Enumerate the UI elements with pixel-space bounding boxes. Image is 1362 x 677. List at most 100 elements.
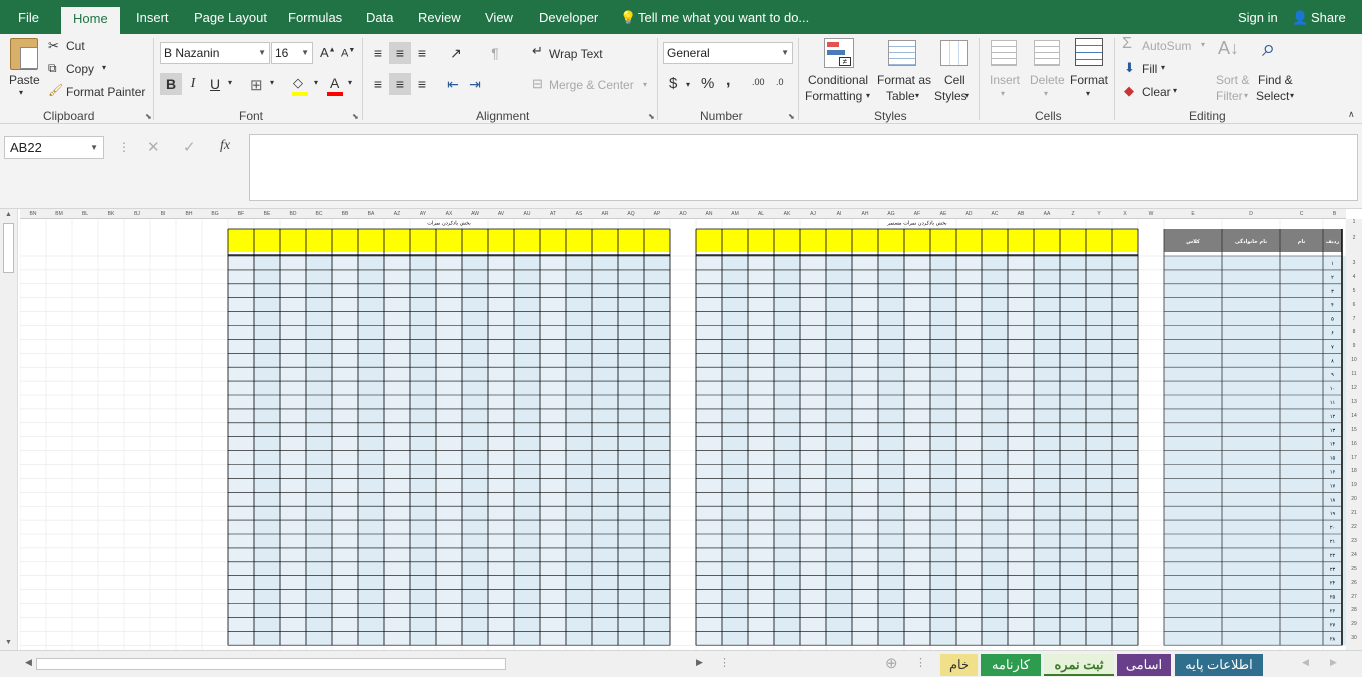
underline-button[interactable]: U bbox=[204, 73, 226, 95]
column-header[interactable]: BE bbox=[254, 209, 280, 218]
column-header[interactable]: AC bbox=[982, 209, 1008, 218]
row-header[interactable]: 1 bbox=[1346, 219, 1362, 225]
paste-button[interactable]: Paste bbox=[9, 73, 40, 87]
find-select-label-1[interactable]: Find & bbox=[1258, 73, 1293, 87]
increase-indent-icon[interactable]: ⇥ bbox=[464, 73, 486, 95]
copy-dropdown-icon[interactable]: ▾ bbox=[102, 63, 106, 72]
chevron-down-icon[interactable]: ▾ bbox=[1001, 89, 1005, 98]
align-right-icon[interactable]: ≡ bbox=[411, 73, 433, 95]
column-header[interactable]: AB bbox=[1008, 209, 1034, 218]
align-middle-icon[interactable]: ≡ bbox=[389, 42, 411, 64]
merge-center-button[interactable]: Merge & Center bbox=[549, 78, 634, 92]
sheet-tab[interactable]: خام bbox=[940, 654, 978, 676]
row-header[interactable]: 2 bbox=[1346, 235, 1362, 241]
copy-button[interactable]: Copy bbox=[66, 62, 94, 76]
column-header[interactable]: AY bbox=[410, 209, 436, 218]
column-header[interactable]: AZ bbox=[384, 209, 410, 218]
fill-button[interactable]: Fill bbox=[1142, 62, 1157, 76]
column-header[interactable]: BN bbox=[20, 209, 46, 218]
row-header[interactable]: 28 bbox=[1346, 607, 1362, 613]
font-color-icon[interactable]: A bbox=[330, 75, 339, 91]
bold-button[interactable]: B bbox=[160, 73, 182, 95]
column-header[interactable]: BL bbox=[72, 209, 98, 218]
column-header[interactable]: BF bbox=[228, 209, 254, 218]
number-format-dropdown[interactable]: General ▼ bbox=[663, 42, 793, 64]
tab-view[interactable]: View bbox=[485, 0, 513, 34]
increase-decimal-button[interactable]: .00 bbox=[752, 77, 765, 87]
row-header[interactable]: 18 bbox=[1346, 468, 1362, 474]
autosum-button[interactable]: AutoSum bbox=[1142, 39, 1191, 53]
scrollbar-thumb[interactable] bbox=[3, 223, 14, 273]
column-header[interactable]: Y bbox=[1086, 209, 1112, 218]
column-header[interactable]: AD bbox=[956, 209, 982, 218]
column-header[interactable]: AW bbox=[462, 209, 488, 218]
rtl-direction-icon[interactable]: ¶ bbox=[484, 42, 506, 64]
enter-icon[interactable]: ✓ bbox=[183, 138, 196, 156]
tab-developer[interactable]: Developer bbox=[539, 0, 598, 34]
cell-styles-label-2[interactable]: Styles bbox=[934, 89, 967, 103]
row-header[interactable]: 20 bbox=[1346, 496, 1362, 502]
row-header[interactable]: 4 bbox=[1346, 274, 1362, 280]
tab-data[interactable]: Data bbox=[366, 0, 393, 34]
sheet-tab[interactable]: ثبت نمره bbox=[1044, 654, 1114, 676]
column-header[interactable]: AI bbox=[826, 209, 852, 218]
cell-styles-label-1[interactable]: Cell bbox=[944, 73, 965, 87]
column-header[interactable]: W bbox=[1138, 209, 1164, 218]
row-header[interactable]: 5 bbox=[1346, 288, 1362, 294]
column-header[interactable]: BI bbox=[150, 209, 176, 218]
delete-cells-button[interactable]: Delete bbox=[1030, 73, 1065, 87]
align-left-icon[interactable]: ≡ bbox=[367, 73, 389, 95]
column-header[interactable]: AN bbox=[696, 209, 722, 218]
chevron-down-icon[interactable]: ▾ bbox=[1161, 63, 1165, 72]
row-header[interactable]: 12 bbox=[1346, 385, 1362, 391]
column-header[interactable]: AX bbox=[436, 209, 462, 218]
column-header[interactable]: AE bbox=[930, 209, 956, 218]
row-header[interactable]: 15 bbox=[1346, 427, 1362, 433]
comma-button[interactable]: , bbox=[726, 72, 730, 90]
alignment-launcher-icon[interactable]: ⬊ bbox=[648, 112, 655, 121]
fill-color-icon[interactable]: ◇ bbox=[293, 75, 303, 91]
tab-insert[interactable]: Insert bbox=[136, 0, 169, 34]
chevron-down-icon[interactable]: ▾ bbox=[1044, 89, 1048, 98]
decrease-decimal-button[interactable]: .0 bbox=[776, 77, 784, 87]
insert-cells-button[interactable]: Insert bbox=[990, 73, 1020, 87]
column-header[interactable]: AU bbox=[514, 209, 540, 218]
column-header[interactable]: BA bbox=[358, 209, 384, 218]
sheet-tab[interactable]: کارنامه bbox=[981, 654, 1041, 676]
share-button[interactable]: Share bbox=[1311, 0, 1346, 34]
column-header[interactable]: BH bbox=[176, 209, 202, 218]
row-header[interactable]: 26 bbox=[1346, 580, 1362, 586]
row-header[interactable]: 3 bbox=[1346, 260, 1362, 266]
font-size-dropdown[interactable]: 16 ▼ bbox=[271, 42, 313, 64]
row-header[interactable]: 6 bbox=[1346, 302, 1362, 308]
column-header[interactable]: AK bbox=[774, 209, 800, 218]
column-header[interactable]: AG bbox=[878, 209, 904, 218]
column-header[interactable]: D bbox=[1222, 209, 1280, 218]
tab-review[interactable]: Review bbox=[418, 0, 461, 34]
chevron-down-icon[interactable]: ▾ bbox=[915, 91, 919, 100]
tab-file[interactable]: File bbox=[18, 0, 39, 34]
column-header[interactable]: BK bbox=[98, 209, 124, 218]
tab-formulas[interactable]: Formulas bbox=[288, 0, 342, 34]
tell-me-search[interactable]: Tell me what you want to do... bbox=[638, 0, 809, 34]
column-header[interactable]: X bbox=[1112, 209, 1138, 218]
chevron-down-icon[interactable]: ▾ bbox=[1173, 86, 1177, 95]
chevron-down-icon[interactable]: ▾ bbox=[866, 91, 870, 100]
vertical-scrollbar[interactable]: ▲ ▼ bbox=[0, 209, 18, 651]
row-header[interactable]: 23 bbox=[1346, 538, 1362, 544]
column-header[interactable]: AQ bbox=[618, 209, 644, 218]
column-header[interactable]: BB bbox=[332, 209, 358, 218]
percent-button[interactable]: % bbox=[701, 75, 714, 92]
scroll-down-icon[interactable]: ▼ bbox=[5, 639, 12, 646]
underline-dropdown-icon[interactable]: ▾ bbox=[228, 78, 232, 87]
align-bottom-icon[interactable]: ≡ bbox=[411, 42, 433, 64]
borders-icon[interactable]: ⊞ bbox=[250, 76, 263, 94]
column-header[interactable]: BJ bbox=[124, 209, 150, 218]
column-header[interactable]: AH bbox=[852, 209, 878, 218]
column-header[interactable]: AP bbox=[644, 209, 670, 218]
sort-filter-label-1[interactable]: Sort & bbox=[1216, 73, 1249, 87]
chevron-down-icon[interactable]: ▾ bbox=[1290, 91, 1294, 100]
sort-filter-label-2[interactable]: Filter bbox=[1216, 89, 1243, 103]
format-cells-button[interactable]: Format bbox=[1070, 73, 1108, 87]
tab-page-layout[interactable]: Page Layout bbox=[194, 0, 267, 34]
